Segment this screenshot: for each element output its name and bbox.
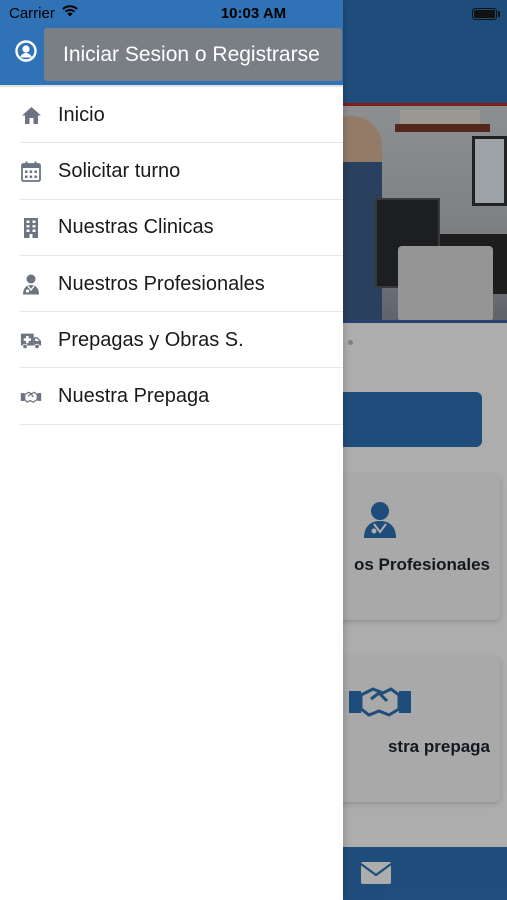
battery-icon — [472, 8, 497, 20]
calendar-icon — [20, 160, 42, 182]
ambulance-icon — [20, 329, 42, 351]
login-register-button[interactable]: Iniciar Sesion o Registrarse — [44, 28, 342, 81]
menu-item-nuestra-prepaga[interactable]: Nuestra Prepaga — [0, 368, 343, 426]
home-icon — [20, 104, 42, 126]
menu-item-label: Inicio — [58, 103, 105, 126]
handshake-icon — [20, 386, 42, 408]
menu-item-label: Solicitar turno — [58, 159, 181, 182]
menu-item-nuestras-clinicas[interactable]: Nuestras Clinicas — [0, 200, 343, 257]
menu-item-label: Nuestras Clinicas — [58, 216, 214, 239]
menu-item-label: Nuestra Prepaga — [58, 385, 210, 408]
drawer-menu: Inicio Solicitar turno Nuestras Clinicas… — [0, 87, 343, 426]
menu-item-label: Nuestros Profesionales — [58, 272, 265, 295]
battery-tip — [498, 11, 500, 17]
doctor-icon — [20, 273, 42, 295]
status-time: 10:03 AM — [220, 5, 287, 22]
menu-item-inicio[interactable]: Inicio — [0, 87, 343, 144]
menu-item-label: Prepagas y Obras S. — [58, 328, 244, 351]
menu-item-prepagas-obras[interactable]: Prepagas y Obras S. — [0, 312, 343, 369]
side-drawer: Iniciar Sesion o Registrarse Inicio Soli… — [0, 0, 343, 900]
login-register-label: Iniciar Sesion o Registrarse — [63, 42, 320, 66]
building-icon — [20, 217, 42, 239]
user-circle-icon[interactable] — [15, 40, 37, 67]
status-bar: Carrier 10:03 AM — [0, 0, 507, 28]
menu-item-solicitar-turno[interactable]: Solicitar turno — [0, 143, 343, 200]
menu-item-nuestros-profesionales[interactable]: Nuestros Profesionales — [0, 256, 343, 313]
